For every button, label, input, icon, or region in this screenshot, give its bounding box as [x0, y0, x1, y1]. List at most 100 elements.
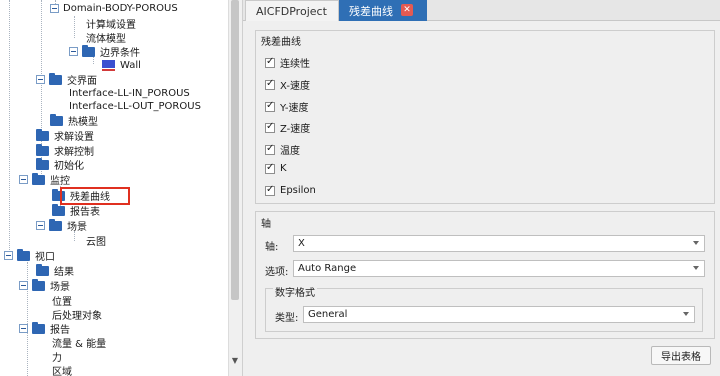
- tree-item-region[interactable]: 区域: [52, 363, 72, 376]
- tree-item-label: Interface-LL-OUT_POROUS: [69, 101, 201, 112]
- tree-item-label: 云图: [86, 237, 106, 248]
- checkbox-epsilon[interactable]: Epsilon: [265, 184, 316, 196]
- checkbox-label: Y-速度: [280, 103, 309, 114]
- checkbox-temperature[interactable]: 温度: [265, 142, 300, 157]
- format-type-select[interactable]: General: [303, 306, 695, 323]
- folder-icon: [32, 278, 45, 291]
- range-option-select[interactable]: Auto Range: [293, 260, 705, 277]
- tree-item-report-table[interactable]: 报告表: [52, 203, 100, 218]
- tree-item-initialization[interactable]: 初始化: [36, 157, 84, 172]
- checkbox-y-velocity[interactable]: Y-速度: [265, 99, 309, 114]
- axis-select-value: X: [298, 238, 305, 249]
- tree-item-scene-2[interactable]: 场景: [19, 278, 70, 293]
- tab-aicfd-project[interactable]: AICFDProject: [245, 0, 339, 21]
- axis-label: 轴:: [265, 242, 279, 253]
- tree-item-label: 报告表: [70, 207, 100, 218]
- axis-select[interactable]: X: [293, 235, 705, 252]
- tree-item-contour[interactable]: 云图: [86, 233, 106, 248]
- tree-item-wall[interactable]: Wall: [102, 58, 141, 73]
- group-title: 轴: [261, 219, 271, 230]
- tree-item-flux-energy[interactable]: 流量 & 能量: [52, 335, 106, 350]
- collapse-icon[interactable]: [50, 4, 59, 13]
- checkbox-checked-icon[interactable]: [265, 56, 275, 68]
- tab-label: 残差曲线: [349, 4, 393, 18]
- tree-item-fluid-model[interactable]: 流体模型: [86, 30, 126, 45]
- checkbox-z-velocity[interactable]: Z-速度: [265, 120, 310, 135]
- tree-item-label: 力: [52, 353, 62, 364]
- folder-icon: [32, 321, 45, 334]
- tree-item-label: Interface-LL-IN_POROUS: [69, 88, 190, 99]
- tree-item-position[interactable]: 位置: [52, 293, 72, 308]
- checkbox-checked-icon[interactable]: [265, 78, 275, 90]
- tree-item-label: 流量 & 能量: [52, 339, 107, 350]
- tree-item-label: 监控: [50, 176, 70, 187]
- folder-icon: [17, 248, 30, 261]
- collapse-icon[interactable]: [19, 175, 28, 184]
- tab-residual-curve[interactable]: 残差曲线: [339, 0, 427, 21]
- dropdown-arrow-icon[interactable]: [693, 241, 699, 245]
- tree-item-label: 后处理对象: [52, 311, 102, 322]
- checkbox-checked-icon[interactable]: [265, 100, 275, 112]
- tree-item-solver-settings[interactable]: 求解设置: [36, 128, 94, 143]
- range-option-value: Auto Range: [298, 263, 357, 274]
- collapse-icon[interactable]: [4, 251, 13, 260]
- tree-item-scene[interactable]: 场景: [36, 218, 87, 233]
- tree-item-label: 计算域设置: [86, 20, 136, 31]
- tree-item-label: 边界条件: [100, 48, 140, 59]
- tree-item-results[interactable]: 结果: [36, 263, 74, 278]
- checkbox-label: 连续性: [280, 59, 310, 70]
- checkbox-checked-icon[interactable]: [265, 162, 275, 174]
- dropdown-arrow-icon[interactable]: [693, 266, 699, 270]
- export-table-button[interactable]: 导出表格: [651, 346, 711, 365]
- checkbox-continuity[interactable]: 连续性: [265, 55, 310, 70]
- tree-item-monitor[interactable]: 监控: [19, 172, 70, 187]
- folder-icon: [36, 157, 49, 170]
- checkbox-x-velocity[interactable]: X-速度: [265, 77, 310, 92]
- checkbox-k[interactable]: K: [265, 162, 287, 174]
- tree-item-view[interactable]: 视口: [4, 248, 55, 263]
- checkbox-checked-icon[interactable]: [265, 143, 275, 155]
- tree-item-interface[interactable]: 交界面: [36, 72, 97, 87]
- tree-item-label: 场景: [67, 222, 87, 233]
- tree-item-label: 流体模型: [86, 34, 126, 45]
- tree-item-calc-domain-settings[interactable]: 计算域设置: [86, 16, 136, 31]
- tree-item-label: 结果: [54, 267, 74, 278]
- tree-item-boundary-conditions[interactable]: 边界条件: [69, 44, 140, 59]
- collapse-icon[interactable]: [36, 221, 45, 230]
- tab-label: AICFDProject: [256, 4, 327, 18]
- tree-item-label: 初始化: [54, 161, 84, 172]
- tree-item-postprocess-objects[interactable]: 后处理对象: [52, 307, 102, 322]
- folder-icon: [49, 218, 62, 231]
- format-type-label: 类型:: [275, 313, 299, 324]
- tree-item-interface-out[interactable]: Interface-LL-OUT_POROUS: [69, 99, 201, 114]
- format-type-value: General: [308, 309, 348, 320]
- tree-item-domain-body[interactable]: Domain-BODY-POROUS: [50, 1, 178, 16]
- scroll-down-arrow-icon[interactable]: ▼: [230, 356, 240, 365]
- project-tree: Domain-BODY-POROUS 计算域设置 流体模型 边界条件 Wall …: [0, 0, 228, 376]
- tree-scrollbar-thumb[interactable]: [231, 0, 239, 300]
- tree-item-label: Wall: [120, 60, 141, 71]
- checkbox-label: X-速度: [280, 81, 310, 92]
- checkbox-checked-icon[interactable]: [265, 184, 275, 196]
- group-title: 数字格式: [273, 284, 317, 299]
- tree-item-thermal-model[interactable]: 热模型: [50, 113, 98, 128]
- tree-item-report[interactable]: 报告: [19, 321, 70, 336]
- folder-icon: [36, 128, 49, 141]
- collapse-icon[interactable]: [69, 47, 78, 56]
- checkbox-label: 温度: [280, 146, 300, 157]
- tree-item-label: 区域: [52, 367, 72, 376]
- tree-item-label: 视口: [35, 252, 55, 263]
- collapse-icon[interactable]: [19, 324, 28, 333]
- collapse-icon[interactable]: [36, 75, 45, 84]
- properties-panel: AICFDProject 残差曲线 ✕ 残差曲线 连续性 X-速度 Y-速度 Z…: [242, 0, 720, 376]
- tree-item-solver-control[interactable]: 求解控制: [36, 143, 94, 158]
- tree-item-label: 场景: [50, 282, 70, 293]
- tree-connector: [74, 16, 75, 38]
- close-icon[interactable]: ✕: [401, 4, 413, 16]
- tab-bar: AICFDProject 残差曲线 ✕: [243, 0, 720, 21]
- dropdown-arrow-icon[interactable]: [683, 312, 689, 316]
- collapse-icon[interactable]: [19, 281, 28, 290]
- tree-item-force[interactable]: 力: [52, 349, 62, 364]
- range-option-label: 选项:: [265, 267, 289, 278]
- checkbox-checked-icon[interactable]: [265, 121, 275, 133]
